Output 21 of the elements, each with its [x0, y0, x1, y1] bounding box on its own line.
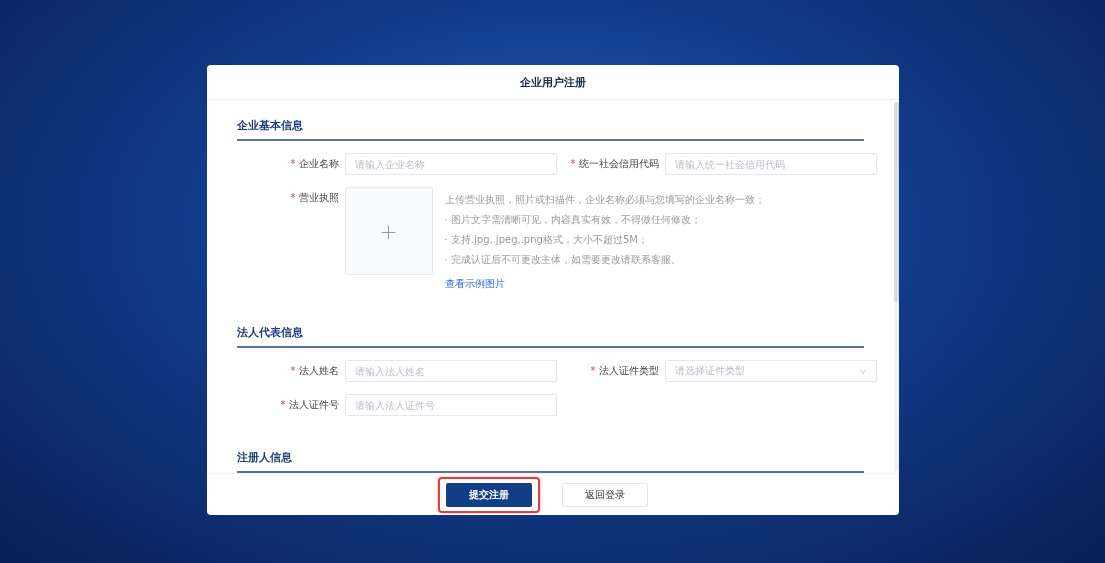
- scrollbar[interactable]: [893, 102, 899, 471]
- field-label: * 法人姓名: [289, 364, 340, 378]
- text-input[interactable]: 请输入企业名称: [344, 153, 557, 175]
- field-label: * 法人证件号: [279, 398, 340, 412]
- upload-note: · 完成认证后不可更改主体，如需要更改请联系客服。: [444, 253, 682, 267]
- field-label: * 统一社会信用代码: [569, 157, 660, 171]
- text-input[interactable]: 请输入法人姓名: [344, 360, 557, 382]
- text-input[interactable]: 请输入法人证件号: [344, 394, 557, 416]
- field-label: * 法人证件类型: [589, 364, 660, 378]
- upload-note: · 图片文字需清晰可见，内容真实有效，不得做任何修改；: [444, 213, 702, 227]
- upload-note: · 支持.jpg,.jpeg,.png格式，大小不超过5M；: [444, 233, 649, 247]
- section-title: 法人代表信息: [236, 321, 864, 348]
- sample-image-link[interactable]: 查看示例图片: [444, 277, 765, 291]
- section-title: 企业基本信息: [236, 114, 864, 141]
- section-title: 注册人信息: [236, 446, 864, 473]
- field-label: * 企业名称: [289, 157, 340, 171]
- dialog-title: 企业用户注册: [519, 74, 586, 90]
- back-button[interactable]: 返回登录: [561, 482, 648, 507]
- chevron-down-icon: [858, 368, 867, 374]
- field-label: * 营业执照: [289, 191, 340, 205]
- submit-button[interactable]: 提交注册: [445, 482, 532, 507]
